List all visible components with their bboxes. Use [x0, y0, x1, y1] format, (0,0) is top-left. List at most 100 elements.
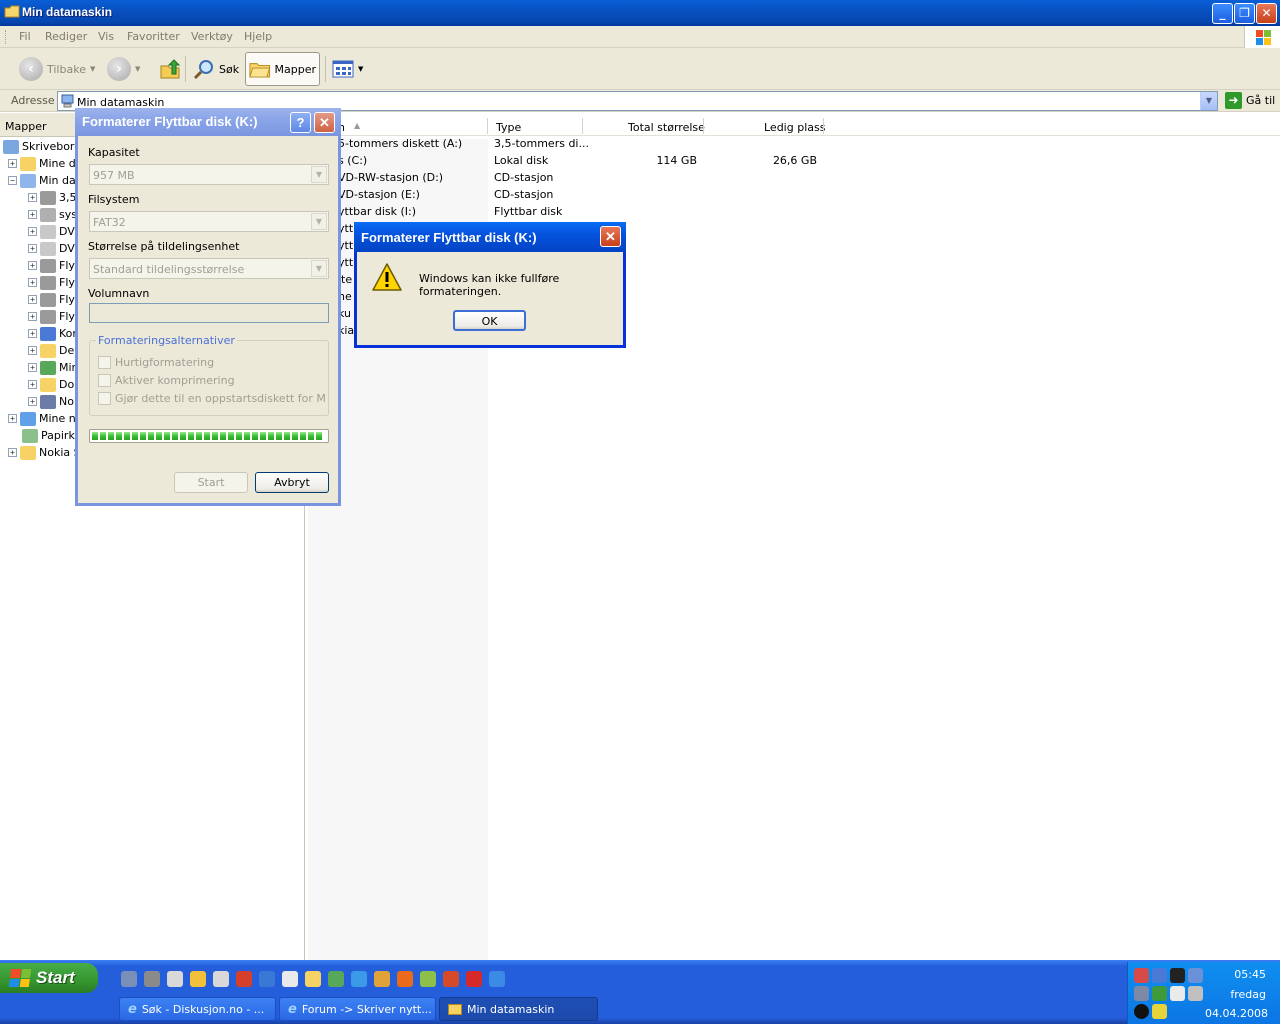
tree-item[interactable]: + Mine de — [8, 155, 83, 172]
up-folder-button[interactable] — [156, 52, 184, 86]
sync-tray-icon[interactable] — [1134, 986, 1149, 1001]
capacity-select[interactable]: 957 MB ▼ — [89, 164, 329, 185]
file-row-name[interactable]: s (C:) — [338, 154, 367, 171]
maximize-button[interactable]: ❐ — [1234, 3, 1255, 24]
expand-icon[interactable]: + — [28, 380, 37, 389]
tree-item[interactable]: + sys — [28, 206, 77, 223]
opera-icon[interactable] — [443, 971, 459, 987]
acrobat-icon[interactable] — [466, 971, 482, 987]
menu-favorites[interactable]: Favoritter — [127, 30, 180, 43]
window-titlebar[interactable]: Min datamaskin _ ❐ ✕ — [0, 0, 1280, 26]
close-button[interactable]: ✕ — [1256, 3, 1277, 24]
help-button[interactable]: ? — [290, 112, 311, 133]
expand-icon[interactable]: + — [28, 346, 37, 355]
player-icon[interactable] — [282, 971, 298, 987]
tree-item[interactable]: + De — [28, 342, 74, 359]
security-tray-icon[interactable] — [1134, 968, 1149, 983]
expand-icon[interactable]: + — [28, 227, 37, 236]
tree-item[interactable]: Papirku — [22, 427, 81, 444]
taskbar-button-forum[interactable]: e Forum -> Skriver nytt... — [279, 997, 436, 1021]
expand-icon[interactable]: + — [28, 329, 37, 338]
collapse-icon[interactable]: − — [8, 176, 17, 185]
tree-item[interactable]: + Mine ne — [8, 410, 83, 427]
file-row-name[interactable]: 5-tommers diskett (A:) — [338, 137, 462, 154]
expand-icon[interactable]: + — [28, 295, 37, 304]
column-free-space[interactable]: Ledig plass — [764, 121, 825, 134]
menu-view[interactable]: Vis — [98, 30, 114, 43]
format-dialog-close-button[interactable]: ✕ — [314, 112, 335, 133]
start-button[interactable]: Start — [174, 472, 248, 493]
ok-button[interactable]: OK — [453, 310, 526, 331]
compression-checkbox[interactable]: Aktiver komprimering — [98, 374, 326, 387]
tree-item[interactable]: +3,5 — [28, 189, 77, 206]
column-divider[interactable] — [703, 118, 704, 134]
monitor-tray-icon[interactable] — [1152, 968, 1167, 983]
back-button[interactable]: ‹ Tilbake ▼ — [16, 52, 98, 86]
clock-time[interactable]: 05:45 — [1234, 968, 1266, 981]
expand-icon[interactable]: + — [28, 193, 37, 202]
filesystem-select[interactable]: FAT32 ▼ — [89, 211, 329, 232]
menu-tools[interactable]: Verktøy — [191, 30, 233, 43]
ie-icon[interactable] — [259, 971, 275, 987]
allocation-select[interactable]: Standard tildelingsstørrelse ▼ — [89, 258, 329, 279]
app-tray-icon[interactable] — [1170, 968, 1185, 983]
document-icon[interactable] — [213, 971, 229, 987]
file-row-name[interactable]: yttbar disk (I:) — [338, 205, 416, 222]
views-button[interactable]: ▼ — [329, 52, 366, 86]
go-button[interactable]: ➜ Gå til — [1225, 92, 1275, 109]
expand-icon[interactable]: + — [28, 210, 37, 219]
column-divider[interactable] — [487, 118, 488, 134]
taskbar-button-my-computer[interactable]: Min datamaskin — [439, 997, 598, 1021]
file-row-name[interactable]: VD-stasjon (E:) — [338, 188, 420, 205]
msdos-startup-checkbox[interactable]: Gjør dette til en oppstartsdiskett for M… — [98, 392, 326, 405]
expand-icon[interactable]: + — [28, 244, 37, 253]
notepad-icon[interactable] — [121, 971, 137, 987]
browser-icon[interactable] — [236, 971, 252, 987]
winamp-icon[interactable] — [190, 971, 206, 987]
format-dialog[interactable]: Formaterer Flyttbar disk (K:) ? ✕ Kapasi… — [75, 108, 341, 506]
format-dialog-titlebar[interactable]: Formaterer Flyttbar disk (K:) ? ✕ — [75, 108, 341, 136]
expand-icon[interactable]: + — [28, 397, 37, 406]
ie-icon[interactable] — [489, 971, 505, 987]
column-total-size[interactable]: Total størrelse — [628, 121, 705, 134]
media-icon[interactable] — [144, 971, 160, 987]
expand-icon[interactable]: + — [28, 261, 37, 270]
menu-edit[interactable]: Rediger — [45, 30, 87, 43]
error-dialog[interactable]: Formaterer Flyttbar disk (K:) ✕ Windows … — [354, 222, 626, 348]
folder-icon[interactable] — [305, 971, 321, 987]
start-button[interactable]: Start — [0, 963, 98, 993]
cancel-button[interactable]: Avbryt — [255, 472, 329, 493]
error-dialog-close-button[interactable]: ✕ — [600, 226, 621, 247]
tree-item[interactable]: + Do — [28, 376, 74, 393]
security-icon[interactable] — [328, 971, 344, 987]
battery-tray-icon[interactable] — [1152, 1004, 1167, 1019]
column-divider[interactable] — [582, 118, 583, 134]
volume-name-input[interactable] — [89, 303, 329, 323]
tree-item[interactable]: + Fly — [28, 274, 75, 291]
app-icon[interactable] — [420, 971, 436, 987]
antivirus-tray-icon[interactable] — [1152, 986, 1167, 1001]
messenger-tray-icon[interactable] — [1170, 986, 1185, 1001]
expand-icon[interactable]: + — [28, 312, 37, 321]
minimize-button[interactable]: _ — [1212, 3, 1233, 24]
tree-item[interactable]: + DV — [28, 223, 75, 240]
network-tray-icon[interactable] — [1188, 968, 1203, 983]
ie-icon[interactable] — [351, 971, 367, 987]
file-row-name[interactable]: VD-RW-stasjon (D:) — [338, 171, 443, 188]
tree-item[interactable]: + Fly — [28, 291, 75, 308]
tree-item[interactable]: + Kor — [28, 325, 77, 342]
mail-icon[interactable] — [374, 971, 390, 987]
tree-item[interactable]: Skrivebord — [3, 138, 81, 155]
media-tray-icon[interactable] — [1134, 1004, 1149, 1019]
column-divider[interactable] — [823, 118, 824, 134]
printer-icon[interactable] — [167, 971, 183, 987]
expand-icon[interactable]: + — [28, 363, 37, 372]
update-tray-icon[interactable] — [1188, 986, 1203, 1001]
tree-item[interactable]: + Fly — [28, 257, 75, 274]
taskbar-button-search[interactable]: e Søk - Diskusjon.no - ... — [119, 997, 276, 1021]
menu-help[interactable]: Hjelp — [244, 30, 272, 43]
tree-item[interactable]: + Fly — [28, 308, 75, 325]
forward-button[interactable]: › ▼ — [104, 52, 143, 86]
tree-item[interactable]: + No — [28, 393, 74, 410]
error-dialog-titlebar[interactable]: Formaterer Flyttbar disk (K:) ✕ — [354, 222, 626, 252]
